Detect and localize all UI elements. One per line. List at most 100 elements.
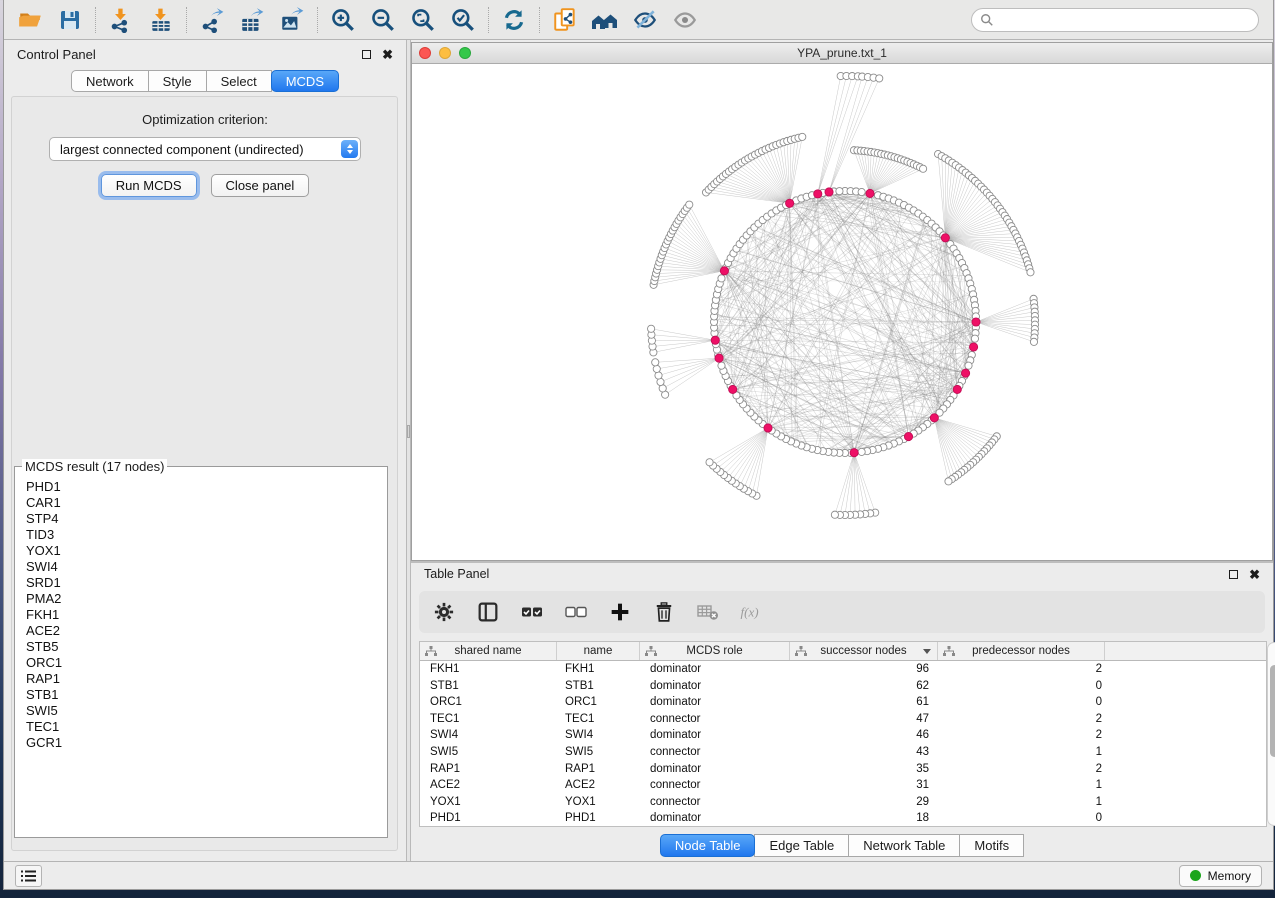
float-panel-icon[interactable] — [362, 50, 371, 59]
tab-select[interactable]: Select — [206, 70, 272, 92]
table-cell: 61 — [790, 696, 938, 708]
network-canvas[interactable] — [412, 64, 1272, 560]
table-row[interactable]: SWI4SWI4dominator462 — [420, 727, 1266, 744]
table-row[interactable]: TEC1TEC1connector472 — [420, 711, 1266, 728]
list-item[interactable]: SWI4 — [26, 559, 383, 575]
import-table-button[interactable] — [141, 4, 181, 36]
tab-network-table[interactable]: Network Table — [848, 834, 960, 857]
table-row[interactable]: STB1STB1dominator620 — [420, 678, 1266, 695]
column-header-mcds-role[interactable]: MCDS role — [640, 642, 790, 660]
table-cell: STB1 — [420, 680, 557, 692]
list-item[interactable]: TEC1 — [26, 719, 383, 735]
zoom-fit-button[interactable] — [403, 4, 443, 36]
table-cell: connector — [640, 746, 790, 758]
toolbar-separator — [539, 7, 540, 33]
add-column-button[interactable] — [607, 599, 633, 625]
list-item[interactable]: FKH1 — [26, 607, 383, 623]
list-item[interactable]: STP4 — [26, 511, 383, 527]
delete-column-button[interactable] — [651, 599, 677, 625]
show-columns-button[interactable] — [475, 599, 501, 625]
hide-selected-button[interactable] — [625, 4, 665, 36]
column-header-predecessor-nodes[interactable]: predecessor nodes — [938, 642, 1105, 660]
zoom-in-button[interactable] — [323, 4, 363, 36]
column-header-name[interactable]: name — [557, 642, 640, 660]
list-item[interactable]: SRD1 — [26, 575, 383, 591]
column-header-shared-name[interactable]: shared name — [420, 642, 557, 660]
table-scrollbar-thumb[interactable] — [1270, 665, 1275, 757]
zoom-out-button[interactable] — [363, 4, 403, 36]
list-item[interactable]: SWI5 — [26, 703, 383, 719]
mcds-result-box: MCDS result (17 nodes) PHD1CAR1STP4TID3Y… — [14, 466, 388, 838]
window-maximize-icon[interactable] — [459, 47, 471, 59]
export-network-button[interactable] — [192, 4, 232, 36]
list-item[interactable]: ORC1 — [26, 655, 383, 671]
network-window-titlebar[interactable]: YPA_prune.txt_1 — [412, 43, 1272, 64]
table-toolbar: f(x) — [419, 591, 1265, 633]
list-item[interactable]: GCR1 — [26, 735, 383, 751]
table-row[interactable]: ORC1ORC1dominator610 — [420, 694, 1266, 711]
clone-network-button[interactable] — [545, 4, 585, 36]
table-row[interactable]: ACE2ACE2connector311 — [420, 777, 1266, 794]
splitter-grip[interactable] — [407, 425, 410, 438]
table-row[interactable]: RAP1RAP1dominator352 — [420, 760, 1266, 777]
list-item[interactable]: PMA2 — [26, 591, 383, 607]
list-item[interactable]: YOX1 — [26, 543, 383, 559]
import-network-button[interactable] — [101, 4, 141, 36]
plus-icon — [610, 602, 630, 622]
save-session-button[interactable] — [50, 4, 90, 36]
tab-edge-table[interactable]: Edge Table — [754, 834, 849, 857]
table-cell: 0 — [938, 696, 1105, 708]
table-cell: ORC1 — [420, 696, 557, 708]
close-panel-button[interactable]: Close panel — [211, 174, 310, 197]
table-row[interactable]: PHD1PHD1dominator180 — [420, 810, 1266, 827]
list-item[interactable]: ACE2 — [26, 623, 383, 639]
export-table-button[interactable] — [232, 4, 272, 36]
tab-mcds[interactable]: MCDS — [271, 70, 339, 92]
function-builder-button[interactable]: f(x) — [739, 599, 765, 625]
memory-button[interactable]: Memory — [1179, 865, 1262, 887]
run-mcds-button[interactable]: Run MCDS — [101, 174, 197, 197]
table-row[interactable]: FKH1FKH1dominator962 — [420, 661, 1266, 678]
refresh-button[interactable] — [494, 4, 534, 36]
deselect-all-button[interactable] — [563, 599, 589, 625]
select-all-button[interactable] — [519, 599, 545, 625]
task-history-button[interactable] — [15, 865, 42, 887]
list-item[interactable]: STB5 — [26, 639, 383, 655]
table-scrollbar[interactable] — [1267, 642, 1275, 826]
list-item[interactable]: RAP1 — [26, 671, 383, 687]
list-item[interactable]: PHD1 — [26, 479, 383, 495]
table-row[interactable]: YOX1YOX1connector291 — [420, 793, 1266, 810]
table-cell: 2 — [938, 763, 1105, 775]
tab-style[interactable]: Style — [148, 70, 207, 92]
table-row[interactable]: SWI5SWI5connector431 — [420, 744, 1266, 761]
table-settings-button[interactable] — [431, 599, 457, 625]
search-input[interactable] — [994, 13, 1250, 27]
list-item[interactable]: TID3 — [26, 527, 383, 543]
close-panel-icon[interactable]: ✖ — [1249, 570, 1260, 579]
delete-table-button[interactable] — [695, 599, 721, 625]
float-panel-icon[interactable] — [1229, 570, 1238, 579]
window-minimize-icon[interactable] — [439, 47, 451, 59]
mcds-result-title: MCDS result (17 nodes) — [22, 459, 167, 474]
export-image-button[interactable] — [272, 4, 312, 36]
show-all-button[interactable] — [665, 4, 705, 36]
table-panel-title: Table Panel — [424, 567, 489, 581]
column-header-successor-nodes[interactable]: successor nodes — [790, 642, 938, 660]
criterion-dropdown[interactable]: largest connected component (undirected) — [49, 137, 361, 161]
list-item[interactable]: CAR1 — [26, 495, 383, 511]
tab-network[interactable]: Network — [71, 70, 149, 92]
node-table-header: shared name name MCDS role — [420, 642, 1266, 661]
tab-motifs[interactable]: Motifs — [959, 834, 1024, 857]
save-floppy-icon — [58, 8, 82, 32]
hierarchy-icon — [645, 646, 657, 657]
table-cell: SWI4 — [420, 729, 557, 741]
list-item[interactable]: STB1 — [26, 687, 383, 703]
mcds-result-list[interactable]: PHD1CAR1STP4TID3YOX1SWI4SRD1PMA2FKH1ACE2… — [26, 479, 383, 833]
list-icon — [21, 870, 36, 882]
open-file-button[interactable] — [10, 4, 50, 36]
tab-node-table[interactable]: Node Table — [660, 834, 756, 857]
zoom-selected-button[interactable] — [443, 4, 483, 36]
first-neighbors-button[interactable] — [585, 4, 625, 36]
close-panel-icon[interactable]: ✖ — [382, 50, 393, 59]
window-close-icon[interactable] — [419, 47, 431, 59]
